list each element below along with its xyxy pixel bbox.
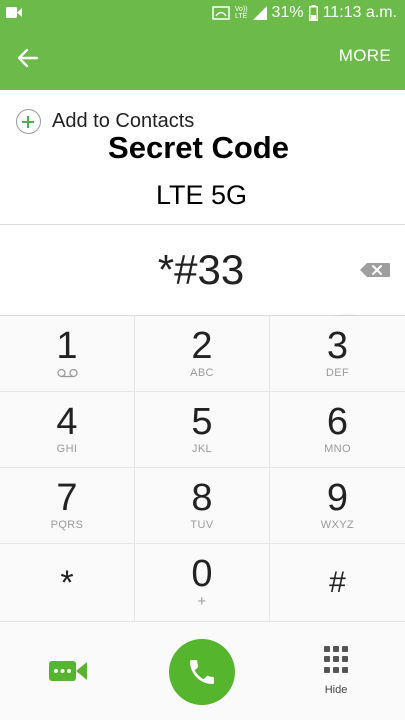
key-letters: TUV [190, 519, 214, 531]
keypad-grid-icon [324, 646, 348, 674]
key-digit: 3 [326, 325, 349, 367]
status-bar: Vo)) LTE 31% 11:13 a.m. [0, 0, 405, 26]
contact-subtitle: LTE 5G [155, 180, 248, 210]
key-5[interactable]: 5 JKL [135, 392, 270, 468]
divider [0, 224, 405, 225]
hide-label: Hide [324, 684, 348, 696]
more-button[interactable]: MORE [339, 46, 391, 66]
voicemail-icon [57, 368, 78, 378]
key-digit: 5 [191, 401, 213, 443]
key-digit: 7 [56, 477, 78, 519]
key-star[interactable]: * [0, 544, 135, 621]
key-8[interactable]: 8 TUV [135, 468, 270, 544]
dial-keypad: 1 2 ABC 3 DEF 4 GHI 5 JKL 6 MNO 7 PQRS 8… [0, 316, 405, 621]
battery-percent: 31% [271, 4, 304, 21]
status-time: 11:13 a.m. [322, 4, 397, 21]
key-7[interactable]: 7 PQRS [0, 468, 135, 544]
key-0[interactable]: 0 + [135, 544, 270, 621]
call-button[interactable] [169, 639, 235, 705]
key-digit: 9 [326, 477, 349, 519]
backspace-icon[interactable] [359, 262, 391, 278]
notification-icon [6, 7, 22, 18]
key-digit: * [60, 564, 74, 602]
key-letters: GHI [56, 443, 78, 455]
back-arrow-icon [17, 48, 39, 68]
back-button[interactable] [10, 40, 46, 76]
wifi-icon [211, 6, 230, 20]
key-letters: DEF [325, 367, 350, 379]
key-digit: 2 [191, 325, 213, 367]
key-letters: JKL [191, 443, 213, 455]
key-6[interactable]: 6 MNO [270, 392, 405, 468]
key-letters: + [197, 593, 207, 610]
dialed-number[interactable]: *#33 [0, 246, 405, 294]
status-icons: Vo)) LTE 31% 11:13 a.m. [211, 3, 397, 23]
key-digit: 0 [191, 553, 213, 595]
bottom-bar: Hide [0, 621, 405, 720]
key-4[interactable]: 4 GHI [0, 392, 135, 468]
key-3[interactable]: 3 DEF [270, 316, 405, 392]
key-9[interactable]: 9 WXYZ [270, 468, 405, 544]
signal-icon [252, 6, 267, 20]
volte-indicator: Vo)) LTE [234, 6, 248, 20]
key-hash[interactable]: # [270, 544, 405, 621]
key-letters: WXYZ [320, 519, 355, 531]
key-letters: MNO [324, 443, 351, 455]
app-bar: MORE [0, 26, 405, 90]
key-digit: # [329, 566, 346, 599]
battery-icon [308, 5, 318, 21]
phone-icon [190, 660, 214, 684]
contact-title: Secret Code [108, 130, 289, 165]
key-digit: 6 [326, 401, 349, 443]
key-digit: 1 [56, 325, 78, 367]
hide-keypad-button[interactable]: Hide [316, 646, 356, 704]
key-letters: ABC [190, 367, 214, 379]
key-digit: 4 [56, 401, 78, 443]
key-2[interactable]: 2 ABC [135, 316, 270, 392]
video-call-icon[interactable] [48, 658, 88, 684]
key-digit: 8 [191, 477, 213, 519]
key-letters: PQRS [50, 519, 84, 531]
key-1[interactable]: 1 [0, 316, 135, 392]
